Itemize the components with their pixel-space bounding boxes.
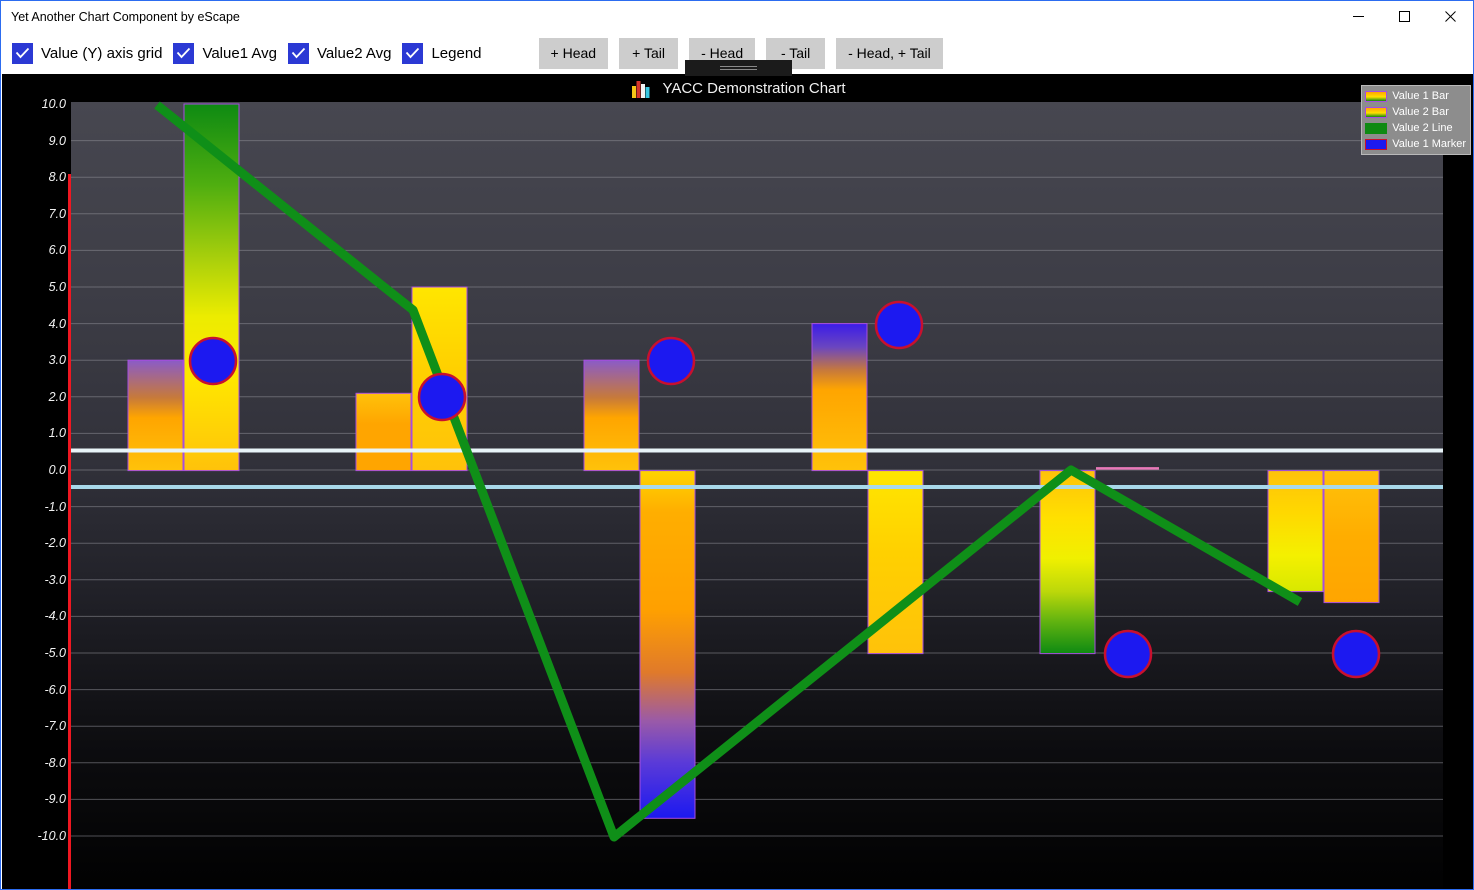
y-tick-label: -3.0 bbox=[44, 572, 66, 587]
y-tick-label: 6.0 bbox=[48, 243, 66, 258]
legend-label: Value 2 Line bbox=[1392, 122, 1453, 134]
checkbox-value-y-axis-grid[interactable]: Value (Y) axis grid bbox=[12, 42, 163, 64]
y-tick-label: 9.0 bbox=[48, 133, 66, 148]
y-tick-label: 2.0 bbox=[48, 389, 66, 404]
title-bar: Yet Another Chart Component by eScape bbox=[1, 1, 1473, 32]
y-tick-label: -2.0 bbox=[44, 536, 66, 551]
legend-item[interactable]: Value 1 Marker bbox=[1365, 137, 1466, 151]
y-tick-label: 10.0 bbox=[41, 97, 66, 111]
minimize-icon bbox=[1352, 16, 1364, 17]
bar-group-6[interactable] bbox=[1039, 470, 1096, 655]
y-tick-label: 5.0 bbox=[48, 280, 66, 294]
minimize-button[interactable] bbox=[1335, 1, 1381, 32]
tooltip-line bbox=[720, 69, 757, 70]
legend-label: Value 1 Marker bbox=[1392, 138, 1466, 150]
legend-swatch-value2-bar bbox=[1365, 106, 1388, 118]
y-tick-label: -4.0 bbox=[44, 609, 66, 624]
app-window: Yet Another Chart Component by eScape Va… bbox=[0, 0, 1474, 890]
value1-marker[interactable] bbox=[1331, 629, 1381, 679]
legend-swatch-value1-bar bbox=[1365, 90, 1388, 102]
y-tick-label: -5.0 bbox=[44, 646, 66, 660]
y-axis-line bbox=[68, 174, 71, 889]
value2-bar[interactable] bbox=[639, 470, 696, 819]
maximize-icon bbox=[1398, 11, 1410, 22]
y-tick-label: -10.0 bbox=[37, 829, 67, 843]
checkbox-box[interactable] bbox=[12, 42, 33, 64]
chart-panel: YACC Demonstration Chart 10.0 9.0 8.0 7.… bbox=[2, 74, 1473, 889]
y-tick-label: -9.0 bbox=[44, 792, 66, 807]
value2-line bbox=[154, 101, 1303, 842]
value1-marker[interactable] bbox=[1103, 629, 1153, 679]
window-controls bbox=[1335, 1, 1473, 32]
value1-marker[interactable] bbox=[646, 336, 696, 386]
value1-bar[interactable] bbox=[127, 359, 184, 472]
y-tick-label: 1.0 bbox=[48, 426, 66, 441]
y-axis-ticks: 10.0 9.0 8.0 7.0 6.0 5.0 4.0 3.0 2.0 1.0… bbox=[2, 74, 67, 889]
add-tail-button[interactable]: + Tail bbox=[619, 37, 679, 69]
add-head-button[interactable]: + Head bbox=[538, 37, 609, 69]
y-tick-label: -6.0 bbox=[44, 682, 66, 697]
remove-head-add-tail-button[interactable]: - Head, + Tail bbox=[836, 37, 943, 69]
value1-bar[interactable] bbox=[355, 392, 412, 472]
value1-marker[interactable] bbox=[417, 372, 467, 422]
value1-bar[interactable] bbox=[1323, 470, 1380, 604]
y-tick-label: -7.0 bbox=[44, 719, 66, 734]
check-icon bbox=[177, 47, 191, 59]
checkbox-label: Value2 Avg bbox=[316, 44, 392, 62]
y-tick-label: 4.0 bbox=[48, 316, 66, 331]
bar-group-7[interactable] bbox=[1267, 470, 1380, 604]
legend-label: Value 1 Bar bbox=[1392, 90, 1449, 102]
y-tick-label: -1.0 bbox=[44, 499, 66, 514]
value2-bar[interactable] bbox=[1039, 470, 1096, 655]
value1-marker[interactable] bbox=[188, 336, 238, 386]
checkbox-box[interactable] bbox=[287, 42, 309, 64]
chart-title: YACC Demonstration Chart bbox=[662, 80, 846, 97]
close-button[interactable] bbox=[1427, 1, 1473, 32]
checkbox-box[interactable] bbox=[402, 42, 424, 64]
y-tick-label: 3.0 bbox=[48, 353, 66, 368]
legend-swatch-value2-line bbox=[1365, 122, 1388, 134]
check-icon bbox=[406, 47, 420, 59]
legend-item[interactable]: Value 2 Bar bbox=[1365, 105, 1466, 119]
checkbox-label: Legend bbox=[431, 44, 482, 62]
tooltip-popup bbox=[685, 60, 792, 76]
plot-area bbox=[71, 101, 1443, 889]
y-tick-label: 0.0 bbox=[48, 463, 66, 477]
toolbar: Value (Y) axis grid Value1 Avg Value2 Av… bbox=[1, 32, 1473, 76]
chart-legend[interactable]: Value 1 Bar Value 2 Bar Value 2 Line Val… bbox=[1361, 85, 1471, 155]
window-title: Yet Another Chart Component by eScape bbox=[11, 9, 240, 24]
y-tick-label: 8.0 bbox=[48, 170, 66, 185]
value1-bar[interactable] bbox=[583, 359, 640, 472]
checkbox-value1-avg[interactable]: Value1 Avg bbox=[173, 42, 277, 64]
legend-label: Value 2 Bar bbox=[1392, 106, 1449, 118]
chart-logo-icon bbox=[632, 80, 650, 98]
checkbox-value2-avg[interactable]: Value2 Avg bbox=[287, 42, 392, 64]
check-icon bbox=[15, 47, 30, 59]
plot-svg bbox=[71, 101, 1443, 842]
maximize-button[interactable] bbox=[1381, 1, 1427, 32]
bar-group-4[interactable] bbox=[583, 359, 696, 819]
checkbox-label: Value (Y) axis grid bbox=[41, 44, 163, 62]
tooltip-line bbox=[720, 66, 757, 67]
legend-item[interactable]: Value 2 Line bbox=[1365, 121, 1466, 135]
y-tick-label: -8.0 bbox=[44, 755, 66, 770]
check-icon bbox=[291, 47, 306, 59]
y-tick-label: 7.0 bbox=[48, 206, 66, 221]
checkbox-legend[interactable]: Legend bbox=[402, 42, 482, 64]
value1-marker[interactable] bbox=[874, 300, 924, 350]
value1-markers[interactable] bbox=[188, 300, 1381, 679]
chart-header: YACC Demonstration Chart bbox=[2, 74, 1473, 103]
legend-swatch-value1-marker bbox=[1365, 138, 1388, 150]
checkbox-label: Value1 Avg bbox=[202, 44, 277, 62]
checkbox-box[interactable] bbox=[173, 42, 195, 64]
legend-item[interactable]: Value 1 Bar bbox=[1365, 89, 1466, 103]
close-icon bbox=[1444, 11, 1456, 22]
